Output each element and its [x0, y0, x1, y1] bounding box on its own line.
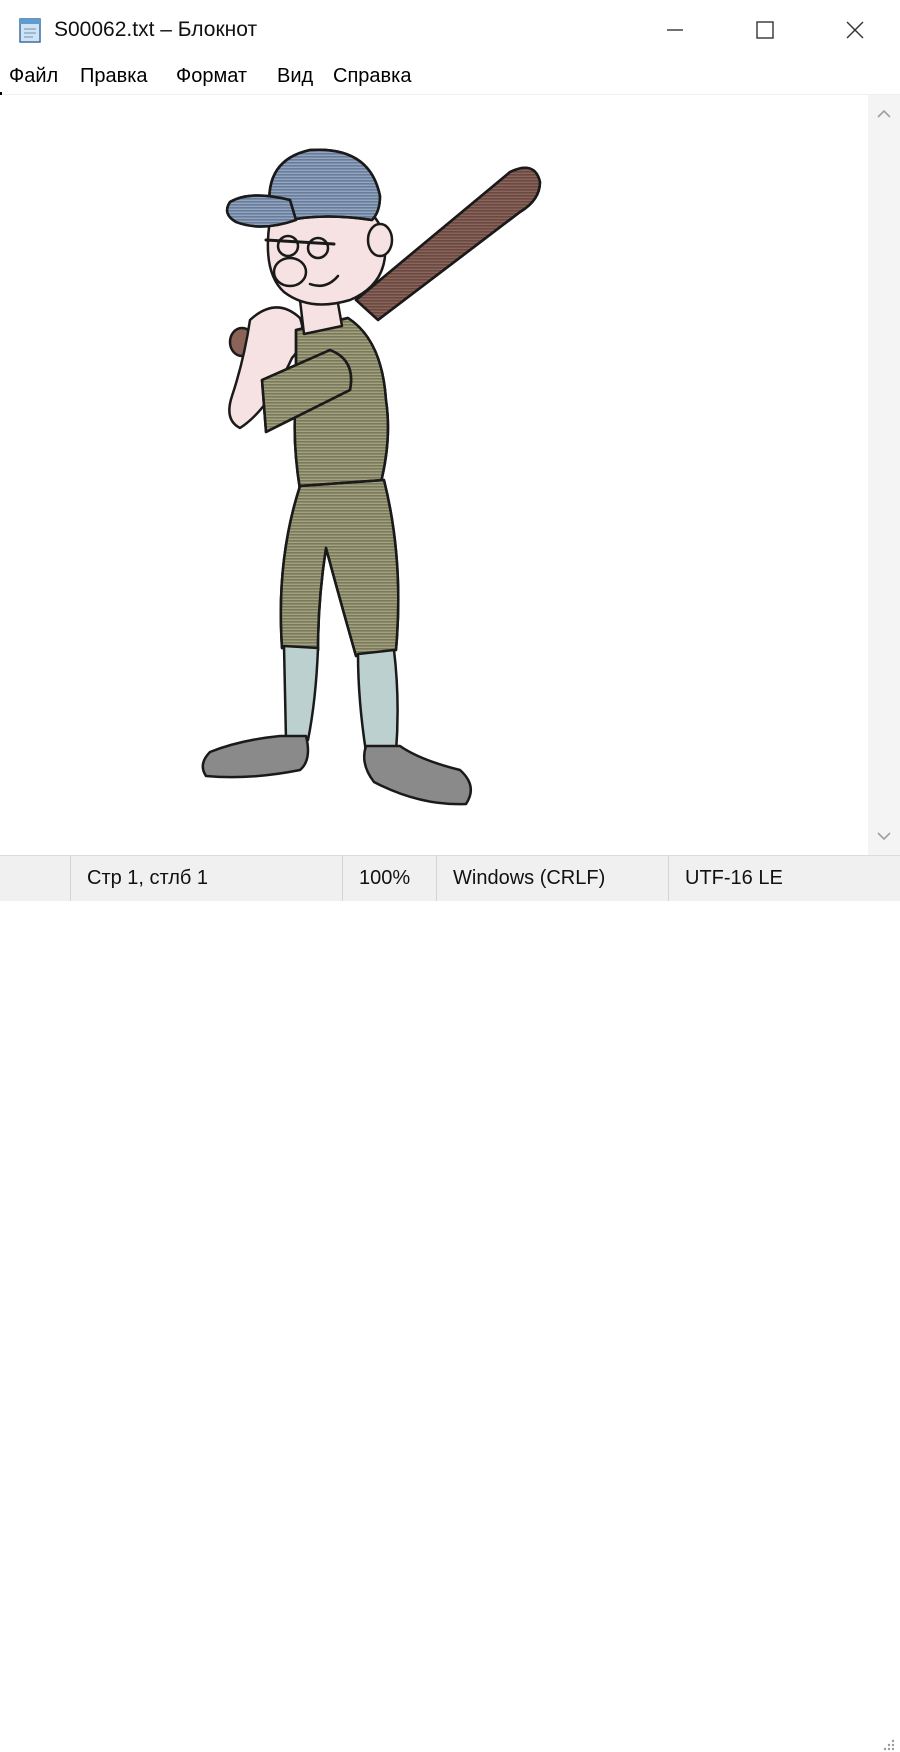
close-icon	[846, 21, 864, 39]
zoom-level: 100%	[342, 856, 436, 901]
vertical-scrollbar[interactable]	[868, 95, 900, 855]
line-endings: Windows (CRLF)	[436, 856, 668, 901]
menu-view[interactable]: Вид	[277, 65, 313, 88]
window-title: S00062.txt – Блокнот	[54, 18, 258, 41]
minimize-icon	[667, 29, 683, 31]
maximize-button[interactable]	[720, 0, 810, 60]
menu-help[interactable]: Справка	[333, 65, 411, 88]
scroll-down-icon[interactable]	[876, 831, 892, 843]
menu-bar: Файл Правка Формат Вид Справка	[0, 60, 900, 95]
menu-format[interactable]: Формат	[176, 65, 247, 88]
cursor-position: Стр 1, стлб 1	[70, 856, 342, 901]
close-button[interactable]	[810, 0, 900, 60]
status-bar: Стр 1, стлб 1 100% Windows (CRLF) UTF-16…	[0, 855, 900, 1751]
title-bar[interactable]: S00062.txt – Блокнот	[0, 0, 900, 60]
menu-file[interactable]: Файл	[9, 65, 58, 88]
notepad-icon	[19, 18, 41, 43]
resize-grip-icon[interactable]	[878, 1734, 896, 1752]
text-editor-area[interactable]	[0, 95, 868, 855]
minimize-button[interactable]	[630, 0, 720, 60]
scroll-up-icon[interactable]	[876, 107, 892, 119]
baseball-player-art	[201, 148, 542, 806]
encoding: UTF-16 LE	[668, 856, 900, 901]
menu-edit[interactable]: Правка	[80, 65, 148, 88]
maximize-icon	[756, 21, 774, 39]
